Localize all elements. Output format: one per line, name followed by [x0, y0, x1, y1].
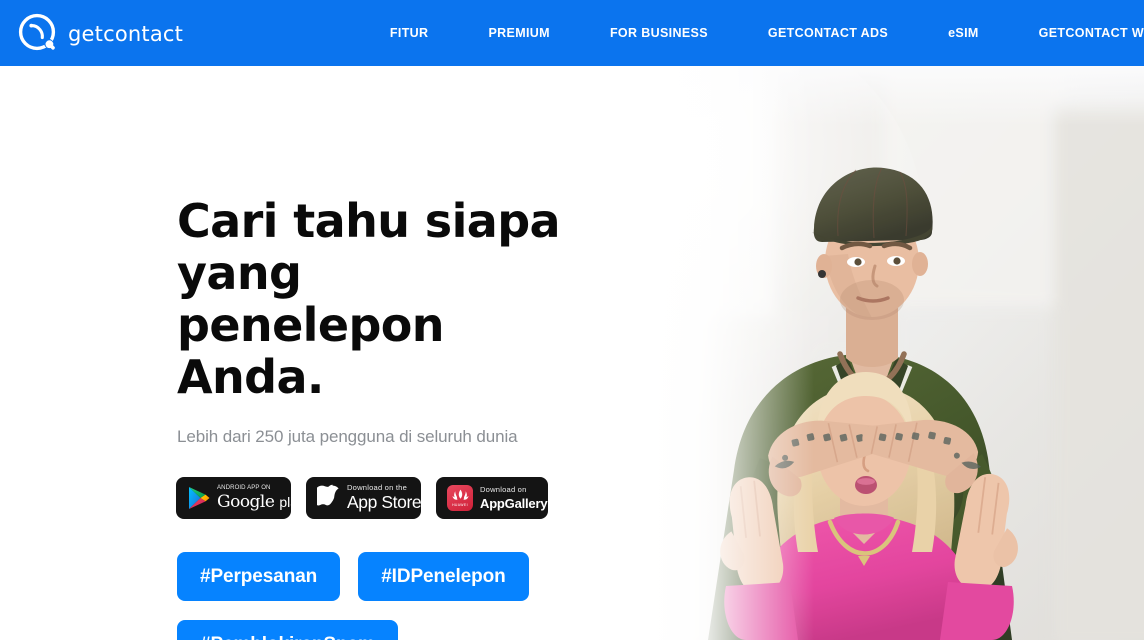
nav-item-getcontact-web[interactable]: GETCONTACT W [1009, 0, 1144, 66]
app-gallery-big-label: AppGallery [480, 495, 548, 511]
nav-item-for-business[interactable]: FOR BUSINESS [580, 0, 738, 66]
nav-item-premium[interactable]: PREMIUM [458, 0, 579, 66]
nav-item-fitur[interactable]: FITUR [360, 0, 459, 66]
nav-item-esim[interactable]: eSIM [918, 0, 1009, 66]
main-nav: FITUR PREMIUM FOR BUSINESS GETCONTACT AD… [360, 0, 1144, 66]
app-store-badge-text: Download on the App Store [347, 483, 422, 513]
google-play-badge[interactable]: ANDROID APP ON Google play [177, 478, 305, 518]
google-play-big-label: Google play [217, 491, 306, 512]
nav-item-getcontact-ads[interactable]: GETCONTACT ADS [738, 0, 918, 66]
brand-logo[interactable]: getcontact [18, 13, 183, 54]
store-badge-list: ANDROID APP ON Google play Download on t… [177, 478, 737, 518]
google-play-icon [187, 485, 211, 511]
site-header: getcontact FITUR PREMIUM FOR BUSINESS GE… [0, 0, 1144, 66]
app-gallery-badge[interactable]: HUAWEI Download on AppGallery [437, 478, 548, 518]
page-title: Cari tahu siapa yang penelepon Anda. [177, 194, 561, 404]
app-gallery-small-label: Download on [480, 485, 527, 495]
getcontact-logo-icon [18, 13, 59, 54]
huawei-icon: HUAWEI [447, 485, 473, 511]
google-play-badge-text: ANDROID APP ON Google play [217, 484, 306, 512]
hero-content: Cari tahu siapa yang penelepon Anda. Leb… [177, 66, 737, 640]
hashtag-button-perpesanan[interactable]: #Perpesanan [177, 552, 341, 601]
app-store-big-label: App Store [347, 492, 422, 513]
hero-subtitle: Lebih dari 250 juta pengguna di seluruh … [177, 427, 518, 446]
hashtag-button-pemblokiranspam[interactable]: #PemblokiranSpam [177, 620, 398, 640]
apple-icon [317, 484, 340, 512]
app-store-badge[interactable]: Download on the App Store [307, 478, 422, 518]
google-play-small-label: ANDROID APP ON [217, 484, 271, 492]
brand-name: getcontact [68, 22, 184, 46]
app-store-small-label: Download on the [347, 483, 407, 493]
hashtag-button-group: #Perpesanan #IDPenelepon #PemblokiranSpa… [177, 552, 607, 640]
app-gallery-badge-text: Download on AppGallery [480, 485, 548, 511]
huawei-wordmark: HUAWEI [452, 503, 468, 507]
hashtag-button-idpenelepon[interactable]: #IDPenelepon [358, 552, 529, 601]
getcontact-landing-page: getcontact FITUR PREMIUM FOR BUSINESS GE… [0, 0, 1144, 640]
